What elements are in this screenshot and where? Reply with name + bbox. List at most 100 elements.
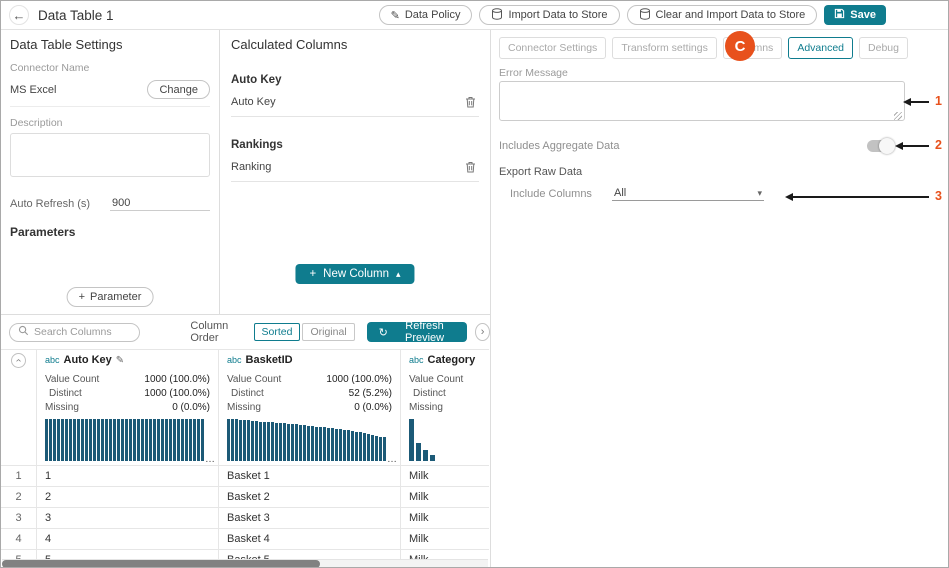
preview-toolbar: Column Order Sorted Original ↻ Refresh P… [1, 315, 490, 349]
callout-number-1: 1 [935, 94, 942, 108]
data-policy-button[interactable]: ✎ Data Policy [379, 5, 473, 25]
histogram-auto-key [45, 419, 210, 461]
table-row: 1 1 Basket 1 Milk [1, 466, 489, 487]
caret-down-icon: ▾ [757, 188, 762, 199]
include-columns-label: Include Columns [510, 188, 612, 200]
next-columns-button[interactable]: › [475, 323, 490, 341]
callout-circle-c: C [725, 31, 755, 61]
pencil-icon: ✎ [391, 9, 400, 22]
detail-tabs: Connector Settings Transform settings Co… [499, 37, 949, 59]
stats-auto-key: Value Count1000 (100.0%) Distinct1000 (1… [37, 370, 219, 416]
clear-import-data-label: Clear and Import Data to Store [656, 9, 806, 21]
scrollbar-thumb[interactable] [2, 560, 320, 568]
cell: Basket 2 [219, 487, 401, 508]
delete-auto-key-button[interactable] [465, 96, 476, 108]
page-title: Data Table 1 [38, 8, 114, 23]
calc-item-label: Auto Key [231, 96, 276, 108]
callout-arrow-1 [907, 101, 929, 103]
back-button[interactable]: ← [9, 5, 29, 25]
row-number: 1 [1, 466, 37, 487]
column-header-basketid[interactable]: abc BasketID [219, 350, 401, 370]
more-indicator: … [387, 454, 397, 465]
refresh-icon: ↻ [379, 326, 388, 339]
tab-transform-settings[interactable]: Transform settings [612, 37, 717, 59]
tab-advanced[interactable]: Advanced [788, 37, 853, 59]
auto-refresh-label: Auto Refresh (s) [10, 198, 110, 210]
tab-debug[interactable]: Debug [859, 37, 908, 59]
database-refresh-icon [639, 8, 651, 23]
column-header-category[interactable]: abc Category [401, 350, 489, 370]
chevron-up-icon: › [13, 358, 24, 361]
row-number: 3 [1, 508, 37, 529]
column-type-badge: abc [409, 355, 424, 365]
edit-column-icon[interactable]: ✎ [116, 355, 124, 366]
parameters-title: Parameters [10, 225, 210, 239]
add-parameter-button[interactable]: + Parameter [67, 287, 154, 307]
more-indicator: … [205, 454, 215, 465]
collapse-stats-button[interactable]: › [11, 353, 26, 368]
plus-icon: + [309, 268, 316, 280]
top-bar-actions: ✎ Data Policy Import Data to Store Clear… [379, 5, 940, 25]
histogram-basketid [227, 419, 392, 461]
calculated-columns-title: Calculated Columns [231, 37, 479, 52]
trash-icon [465, 161, 476, 176]
preview-panel: Column Order Sorted Original ↻ Refresh P… [1, 314, 490, 568]
tab-connector-settings[interactable]: Connector Settings [499, 37, 606, 59]
cell: Milk [401, 466, 489, 487]
connector-name-label: Connector Name [10, 62, 210, 74]
search-columns-box [9, 323, 140, 342]
save-label: Save [850, 9, 876, 21]
order-sorted-button[interactable]: Sorted [254, 323, 301, 341]
database-icon [491, 8, 503, 23]
cell: 3 [37, 508, 219, 529]
column-histograms-row: … … [1, 416, 489, 466]
auto-refresh-input[interactable] [110, 196, 210, 211]
cell: Basket 4 [219, 529, 401, 550]
calc-group-auto-key: Auto Key [231, 74, 479, 86]
horizontal-scrollbar[interactable] [2, 559, 488, 568]
cell: Basket 3 [219, 508, 401, 529]
search-columns-input[interactable] [34, 326, 131, 338]
column-order-label: Column Order [190, 320, 245, 344]
save-icon [834, 8, 845, 22]
table-row: 3 3 Basket 3 Milk [1, 508, 489, 529]
order-original-button[interactable]: Original [302, 323, 354, 341]
row-number: 4 [1, 529, 37, 550]
cell: Milk [401, 508, 489, 529]
refresh-preview-button[interactable]: ↻ Refresh Preview [367, 322, 468, 342]
column-header-auto-key[interactable]: abc Auto Key ✎ [37, 350, 219, 370]
description-textarea[interactable] [10, 133, 210, 177]
plus-icon: + [79, 291, 85, 303]
column-type-badge: abc [227, 355, 242, 365]
error-message-label: Error Message [499, 67, 949, 79]
description-label: Description [10, 117, 210, 129]
top-bar: ← Data Table 1 ✎ Data Policy Import Data… [1, 1, 948, 30]
app-window: ← Data Table 1 ✎ Data Policy Import Data… [0, 0, 949, 568]
cell: 4 [37, 529, 219, 550]
add-parameter-label: Parameter [90, 291, 141, 303]
save-button[interactable]: Save [824, 5, 886, 25]
new-column-label: New Column [323, 268, 389, 280]
clear-import-data-button[interactable]: Clear and Import Data to Store [627, 5, 818, 25]
callout-arrow-3 [789, 196, 929, 198]
table-row: 2 2 Basket 2 Milk [1, 487, 489, 508]
calc-item-ranking[interactable]: Ranking [231, 151, 479, 182]
column-type-badge: abc [45, 355, 60, 365]
calc-item-auto-key[interactable]: Auto Key [231, 86, 479, 117]
import-data-button[interactable]: Import Data to Store [479, 5, 619, 25]
include-columns-dropdown[interactable]: All ▾ [612, 186, 764, 201]
trash-icon [465, 96, 476, 111]
table-row: 4 4 Basket 4 Milk [1, 529, 489, 550]
stats-basketid: Value Count1000 (100.0%) Distinct52 (5.2… [219, 370, 401, 416]
change-connector-button[interactable]: Change [147, 80, 210, 99]
data-table-settings-panel: Data Table Settings Connector Name MS Ex… [1, 30, 220, 314]
cell: Milk [401, 529, 489, 550]
error-message-textarea[interactable] [499, 81, 905, 121]
connector-name-value: MS Excel [10, 84, 56, 96]
new-column-button[interactable]: + New Column ▴ [295, 264, 414, 284]
aggregate-data-toggle[interactable] [867, 140, 893, 152]
preview-table: › abc Auto Key ✎ abc BasketID abc Catego… [1, 349, 489, 568]
resize-grip-icon[interactable] [894, 112, 902, 120]
back-arrow-icon: ← [13, 7, 26, 24]
delete-ranking-button[interactable] [465, 161, 476, 173]
